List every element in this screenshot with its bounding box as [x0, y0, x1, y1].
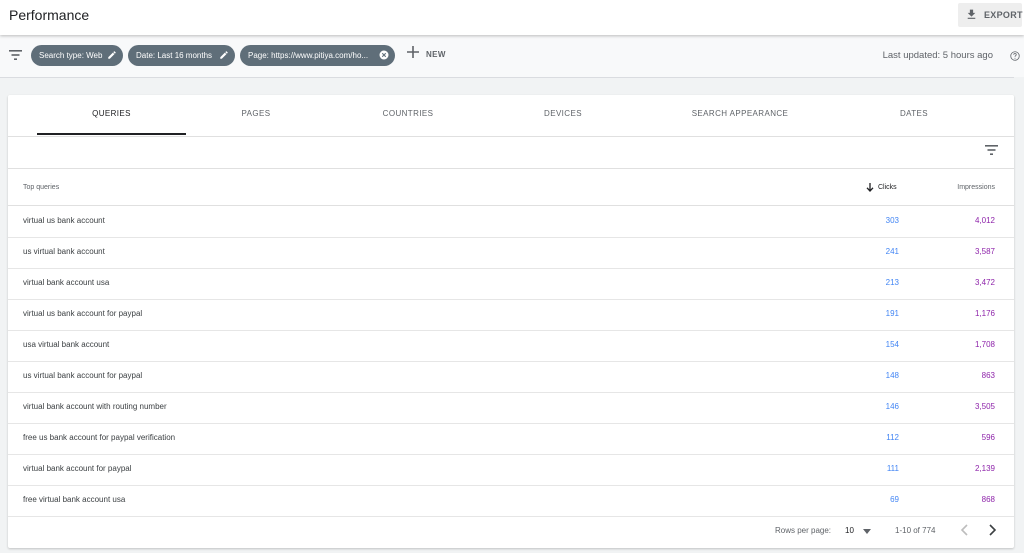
table-row[interactable]: virtual us bank account for paypal 191 1… [8, 299, 1014, 331]
table-row[interactable]: us virtual bank account for paypal 148 8… [8, 361, 1014, 393]
download-icon [967, 9, 976, 19]
export-label: EXPORT [984, 10, 1023, 20]
chevron-right-icon[interactable] [987, 524, 997, 536]
chip-page-label: Page: https://www.pitiya.com/ho... [248, 51, 369, 60]
new-filter-button[interactable]: NEW [426, 50, 446, 59]
chip-date[interactable]: Date: Last 16 months [128, 45, 235, 66]
queries-card: QUERIES PAGES COUNTRIES DEVICES SEARCH A… [8, 95, 1014, 548]
chip-page[interactable]: Page: https://www.pitiya.com/ho... [240, 45, 395, 66]
clicks-cell: 303 [885, 216, 899, 225]
clicks-cell: 148 [885, 371, 899, 380]
table-filter-icon[interactable] [985, 145, 998, 155]
help-icon[interactable] [1010, 51, 1020, 61]
column-header-impressions[interactable]: Impressions [957, 184, 995, 191]
rows-per-page-select[interactable]: 10 [845, 526, 854, 535]
export-button[interactable]: EXPORT [958, 3, 1023, 27]
impressions-cell: 4,012 [974, 216, 995, 225]
clicks-cell: 146 [885, 402, 899, 411]
tab-countries[interactable]: COUNTRIES [358, 109, 458, 118]
top-bar: Performance EXPORT [0, 0, 1024, 35]
impressions-cell: 3,472 [974, 278, 995, 287]
impressions-cell: 2,139 [974, 464, 995, 473]
query-cell: virtual us bank account for paypal [23, 309, 143, 318]
page-range: 1-10 of 774 [895, 526, 936, 535]
table-row[interactable]: virtual bank account for paypal 111 2,13… [8, 454, 1014, 486]
page-title: Performance [9, 7, 90, 23]
table-row[interactable]: usa virtual bank account 154 1,708 [8, 330, 1014, 362]
table-row[interactable]: free virtual bank account usa 69 868 [8, 485, 1014, 517]
query-cell: free virtual bank account usa [23, 495, 126, 504]
query-cell: us virtual bank account for paypal [23, 371, 143, 380]
add-icon[interactable] [406, 45, 420, 59]
clicks-cell: 112 [886, 433, 899, 442]
query-cell: us virtual bank account [23, 247, 105, 256]
query-cell: virtual bank account with routing number [23, 402, 167, 411]
edit-icon[interactable] [219, 50, 229, 60]
table-row[interactable]: free us bank account for paypal verifica… [8, 423, 1014, 455]
query-cell: free us bank account for paypal verifica… [23, 433, 176, 442]
impressions-cell: 1,708 [974, 340, 995, 349]
table-row[interactable]: virtual bank account with routing number… [8, 392, 1014, 424]
impressions-cell: 596 [981, 433, 995, 442]
clicks-cell: 213 [885, 278, 899, 287]
tab-bar: QUERIES PAGES COUNTRIES DEVICES SEARCH A… [8, 95, 1014, 137]
tab-queries[interactable]: QUERIES [37, 109, 186, 118]
clicks-cell: 191 [885, 309, 899, 318]
query-cell: virtual us bank account [23, 216, 105, 225]
impressions-cell: 868 [981, 495, 995, 504]
clear-icon[interactable] [379, 50, 389, 60]
column-header-queries: Top queries [23, 184, 60, 191]
tab-search-appearance[interactable]: SEARCH APPEARANCE [670, 109, 810, 118]
tab-pages[interactable]: PAGES [208, 109, 304, 118]
query-cell: virtual bank account for paypal [23, 464, 132, 473]
tab-dates[interactable]: DATES [874, 109, 954, 118]
edit-icon[interactable] [107, 50, 117, 60]
arrow-down-icon[interactable] [866, 183, 874, 192]
impressions-cell: 3,587 [974, 247, 995, 256]
last-updated-text: Last updated: 5 hours ago [882, 50, 993, 61]
table-row[interactable]: virtual bank account usa 213 3,472 [8, 268, 1014, 300]
clicks-cell: 111 [886, 464, 899, 473]
filter-bar: Search type: Web Date: Last 16 months Pa… [0, 35, 1024, 78]
clicks-cell: 241 [885, 247, 899, 256]
dropdown-caret-icon[interactable] [863, 529, 871, 534]
column-header-clicks[interactable]: Clicks [878, 184, 897, 191]
impressions-cell: 3,505 [974, 402, 995, 411]
impressions-cell: 863 [981, 371, 995, 380]
impressions-cell: 1,176 [974, 309, 995, 318]
table-row[interactable]: us virtual bank account 241 3,587 [8, 237, 1014, 269]
rows-per-page-label: Rows per page: [775, 526, 832, 535]
query-cell: usa virtual bank account [23, 340, 110, 349]
filter-icon[interactable] [9, 50, 22, 60]
clicks-cell: 69 [890, 495, 899, 504]
active-tab-indicator [37, 133, 186, 135]
pagination: Rows per page: 10 1-10 of 774 [8, 515, 1014, 548]
chip-search-type[interactable]: Search type: Web [31, 45, 123, 66]
page-scrollbar[interactable] [1014, 77, 1024, 553]
chevron-left-icon[interactable] [960, 524, 970, 536]
clicks-cell: 154 [885, 340, 899, 349]
table-row[interactable]: virtual us bank account 303 4,012 [8, 206, 1014, 238]
tab-devices[interactable]: DEVICES [518, 109, 608, 118]
query-cell: virtual bank account usa [23, 278, 110, 287]
divider [8, 168, 1014, 169]
